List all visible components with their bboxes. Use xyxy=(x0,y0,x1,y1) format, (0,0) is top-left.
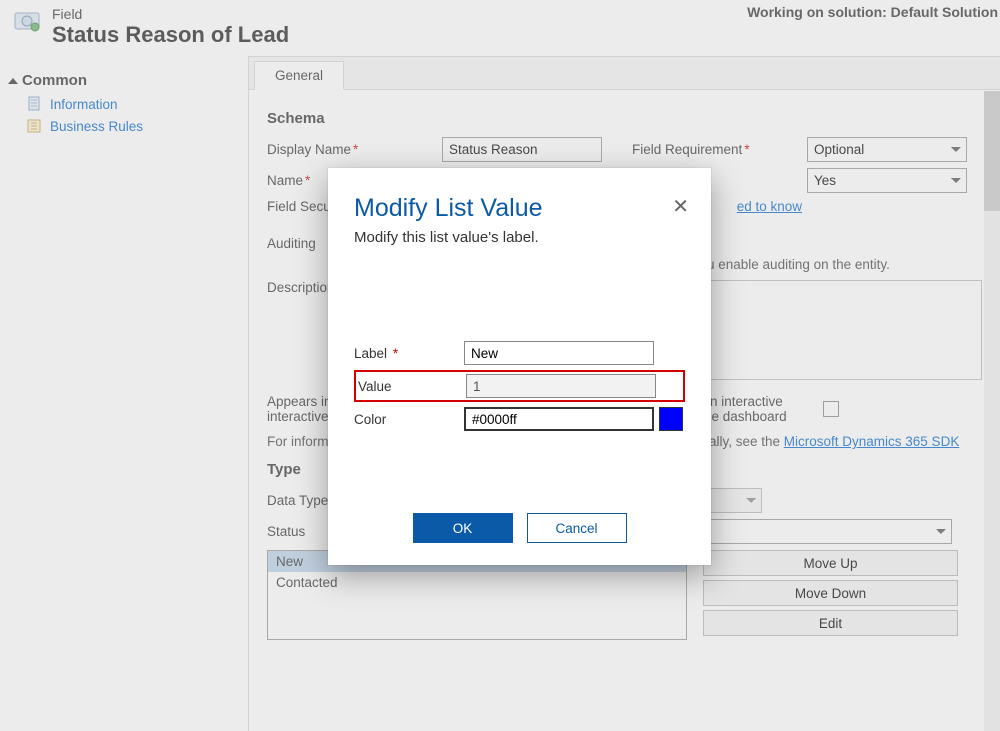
collapse-icon xyxy=(8,78,18,84)
tab-bar: General xyxy=(249,57,1000,90)
dialog-subtitle: Modify this list value's label. xyxy=(354,229,685,246)
label-field-label: Label * xyxy=(354,346,464,361)
sdk-link[interactable]: Microsoft Dynamics 365 SDK xyxy=(784,434,960,449)
tab-general[interactable]: General xyxy=(254,61,344,90)
color-field-label: Color xyxy=(354,412,464,427)
sortable-dashboard-checkbox[interactable] xyxy=(823,401,839,417)
edit-button[interactable]: Edit xyxy=(703,610,958,636)
field-requirement-select[interactable]: Optional xyxy=(807,137,967,162)
ok-button[interactable]: OK xyxy=(413,513,513,543)
modify-list-value-dialog: ✕ Modify List Value Modify this list val… xyxy=(328,168,711,565)
need-to-know-link[interactable]: ed to know xyxy=(737,199,802,214)
value-row-highlight: Value xyxy=(354,370,685,402)
move-down-button[interactable]: Move Down xyxy=(703,580,958,606)
display-name-label: Display Name* xyxy=(267,142,442,157)
solution-context: Working on solution: Default Solution xyxy=(747,4,998,20)
nav-item-business-rules[interactable]: Business Rules xyxy=(26,117,238,135)
display-name-input[interactable] xyxy=(442,137,602,162)
nav-section-common[interactable]: Common xyxy=(10,72,238,89)
nav-item-information[interactable]: Information xyxy=(26,95,238,113)
page-title-block: Field Status Reason of Lead xyxy=(52,6,289,48)
value-field-label: Value xyxy=(358,379,466,394)
scroll-thumb[interactable] xyxy=(984,91,1000,211)
page-title: Status Reason of Lead xyxy=(52,22,289,48)
label-field-input[interactable] xyxy=(464,341,654,365)
cancel-button[interactable]: Cancel xyxy=(527,513,627,543)
close-icon[interactable]: ✕ xyxy=(672,194,689,219)
auditing-note: u enable auditing on the entity. xyxy=(707,257,890,272)
vertical-scrollbar[interactable] xyxy=(984,91,1000,731)
left-nav: Common Information Business Rules xyxy=(0,62,248,731)
list-item[interactable]: Contacted xyxy=(268,572,686,593)
dialog-title: Modify List Value xyxy=(354,194,685,223)
document-icon xyxy=(26,95,44,113)
nav-item-label: Information xyxy=(50,97,118,112)
nav-item-label: Business Rules xyxy=(50,119,143,134)
field-requirement-label: Field Requirement* xyxy=(632,142,807,157)
entity-type-label: Field xyxy=(52,6,289,22)
schema-heading: Schema xyxy=(267,110,982,127)
field-entity-icon xyxy=(12,6,44,38)
move-up-button[interactable]: Move Up xyxy=(703,550,958,576)
rules-icon xyxy=(26,117,44,135)
searchable-select[interactable]: Yes xyxy=(807,168,967,193)
value-field-input[interactable] xyxy=(466,374,656,398)
nav-section-label: Common xyxy=(22,72,87,89)
color-field-input[interactable] xyxy=(464,407,654,431)
color-swatch[interactable] xyxy=(660,408,682,430)
